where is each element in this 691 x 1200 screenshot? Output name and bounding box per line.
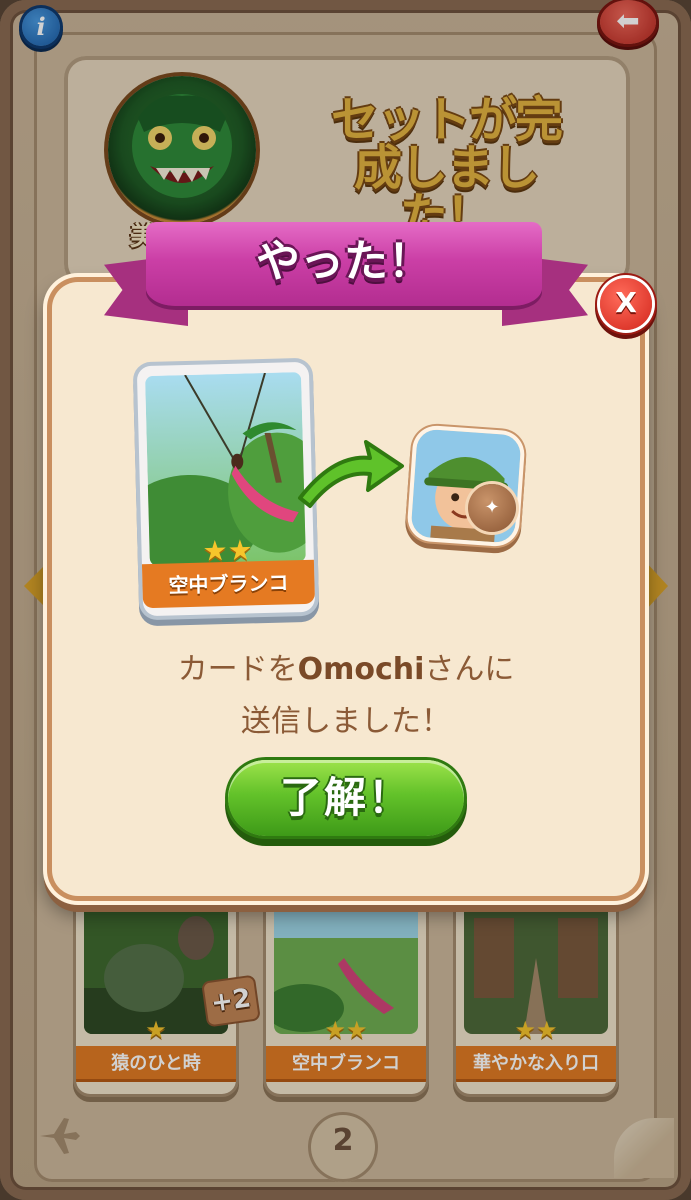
dialog-title: やった！ xyxy=(256,236,432,287)
sent-message-line-2: 送信しました！ xyxy=(241,704,451,739)
recipient-name: Omochi xyxy=(297,652,425,687)
compass-badge-icon: ✦ xyxy=(468,484,516,532)
message-suffix: さんに xyxy=(424,652,515,687)
close-icon: X xyxy=(615,286,637,319)
sent-message-line-1: カードをOmochiさんに xyxy=(60,644,632,696)
sent-card: ★★ 空中ブランコ xyxy=(136,361,316,617)
send-arrow-icon xyxy=(298,440,404,508)
sent-card-name: 空中ブランコ xyxy=(141,559,316,609)
sent-message: カードをOmochiさんに 送信しました！ xyxy=(60,644,632,748)
ok-button[interactable]: 了解！ xyxy=(228,760,464,836)
message-prefix: カードを xyxy=(177,652,298,687)
close-button[interactable]: X xyxy=(600,278,652,330)
